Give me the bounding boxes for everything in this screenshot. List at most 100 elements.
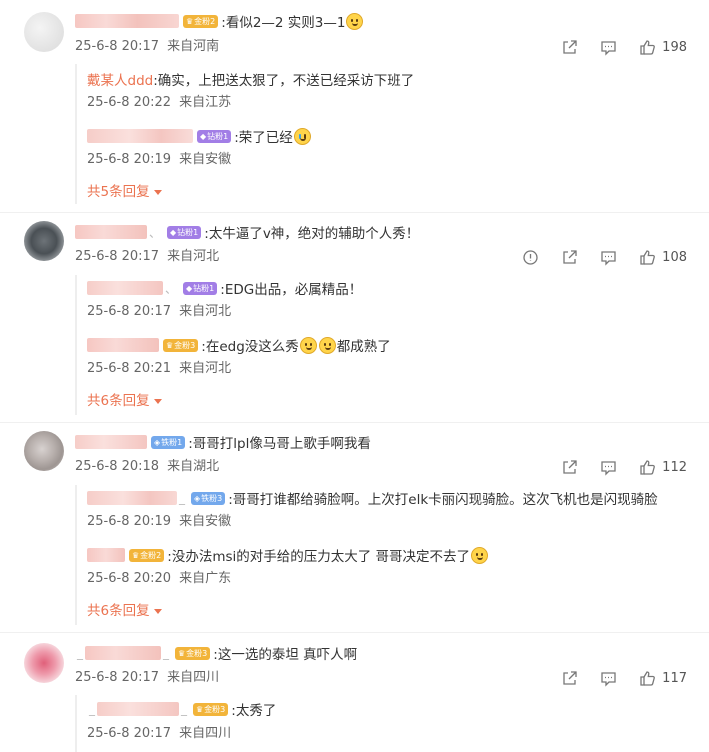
comment-meta: 25-6-8 20:17 来自河南 [75, 38, 219, 56]
share-button[interactable] [561, 670, 578, 687]
comment-button[interactable] [600, 249, 617, 266]
fan-badge[interactable]: ♛ 金粉3 [163, 338, 199, 352]
reply-time: 25-6-8 20:21 [87, 361, 172, 376]
username-blurred[interactable] [75, 14, 179, 28]
like-button[interactable]: 117 [639, 670, 687, 687]
comment-button[interactable] [600, 670, 617, 687]
share-button[interactable] [561, 39, 578, 56]
report-button[interactable] [522, 249, 539, 266]
separator: _ [163, 646, 169, 660]
username-blurred[interactable] [87, 281, 163, 295]
caret-down-icon [153, 189, 162, 195]
separator: _ [181, 702, 187, 716]
share-button[interactable] [561, 459, 578, 476]
username-blurred[interactable] [75, 225, 147, 239]
avatar[interactable] [24, 12, 64, 52]
comment-item: ◈ 铁粉1 :哥哥打lpl像马哥上歌手啊我看 25-6-8 20:18 来自湖北 1… [0, 423, 709, 633]
fan-badge[interactable]: ◆ 钻粉1 [167, 225, 202, 239]
laugh-emoji [346, 12, 364, 30]
comment-meta: 25-6-8 20:17 来自河北 [75, 248, 219, 266]
share-button[interactable] [561, 249, 578, 266]
diamond-fan-icon: ◆ [170, 227, 177, 237]
username-blurred[interactable] [87, 548, 125, 562]
comment-icon [601, 460, 616, 476]
reply-location: 来自河北 [179, 304, 232, 319]
diamond-fan-icon: ◆ [200, 131, 207, 141]
reply-time: 25-6-8 20:19 [87, 152, 172, 167]
caret-down-icon [153, 398, 162, 404]
reply-list: 、 ◆ 钻粉1 :EDG出品，必属精品！ 25-6-8 20:17 来自河北 ♛ 金粉… [75, 275, 695, 415]
reply-text-continued: 都成熟了 [336, 339, 391, 355]
separator: _ [179, 491, 185, 505]
comment-icon [601, 250, 616, 266]
reply-location: 来自安徽 [179, 152, 232, 167]
more-replies-link[interactable]: 共5条回复 [87, 183, 162, 201]
separator: _ [89, 702, 95, 716]
username-blurred[interactable] [75, 435, 147, 449]
like-button[interactable]: 198 [639, 39, 687, 56]
like-button[interactable]: 108 [639, 249, 687, 266]
username-blurred[interactable] [85, 646, 161, 660]
comment-button[interactable] [600, 459, 617, 476]
share-icon [563, 459, 577, 474]
reply-text: :太秀了 [231, 703, 277, 719]
comment-text: :太牛逼了v神，绝对的辅助个人秀！ [204, 226, 420, 242]
comment-location: 来自河南 [167, 39, 220, 54]
share-icon [563, 249, 577, 264]
thumb-up-icon [640, 39, 656, 55]
avatar[interactable] [24, 221, 64, 261]
avatar[interactable] [24, 643, 64, 683]
reply-location: 来自河北 [179, 361, 232, 376]
reply-list: _ ◈ 铁粉3 :哥哥打谁都给骑脸啊。上次打elk卡丽闪现骑脸。这次飞机也是闪现骑… [75, 485, 695, 625]
comment-text: :看似2—2 实则3—1 [221, 15, 346, 31]
fan-badge[interactable]: ♛ 金粉2 [129, 548, 165, 562]
iron-fan-icon: ◈ [194, 493, 201, 503]
comment-item: ♛ 金粉2 :看似2—2 实则3—1 25-6-8 20:17 来自河南 198 戴… [0, 0, 709, 215]
separator: 、 [165, 281, 178, 296]
reply-list: 戴某人ddd :确实，上把送太狠了，不送已经采访下班了 25-6-8 20:22… [75, 64, 695, 204]
more-replies-link[interactable]: 共6条回复 [87, 392, 162, 410]
username-blurred[interactable] [87, 129, 193, 143]
thumb-up-icon [640, 249, 656, 265]
fan-badge[interactable]: ◆ 钻粉1 [197, 129, 232, 143]
comment-button[interactable] [600, 39, 617, 56]
comment-item: _ _ ♛ 金粉3 :这一选的泰坦 真吓人啊 25-6-8 20:17 来自四川 1… [0, 633, 709, 752]
separator: 、 [149, 225, 162, 240]
thumb-up-icon [640, 459, 656, 475]
username-blurred[interactable] [87, 491, 177, 505]
gold-fan-icon: ♛ [196, 704, 204, 714]
gold-fan-icon: ♛ [178, 648, 186, 658]
comment-item: 、 ◆ 钻粉1 :太牛逼了v神，绝对的辅助个人秀！ 25-6-8 20:17 来自河… [0, 213, 709, 423]
reply-time: 25-6-8 20:19 [87, 514, 172, 529]
fan-badge[interactable]: ♛ 金粉3 [175, 646, 211, 660]
comment-icon [601, 671, 616, 687]
share-icon [563, 670, 577, 685]
reply-text: :在edg没这么秀 [201, 339, 299, 355]
reply-text: :EDG出品，必属精品！ [220, 282, 363, 298]
like-count: 108 [662, 249, 687, 265]
reply-location: 来自广东 [179, 571, 232, 586]
username-blurred[interactable] [97, 702, 179, 716]
comment-text: :这一选的泰坦 真吓人啊 [213, 647, 358, 663]
laugh-emoji [471, 546, 489, 564]
fan-badge[interactable]: ◈ 铁粉1 [151, 435, 186, 449]
fan-badge[interactable]: ♛ 金粉3 [193, 702, 229, 716]
fan-badge[interactable]: ◈ 铁粉3 [191, 491, 226, 505]
reply-location: 来自江苏 [179, 95, 232, 110]
reply-username[interactable]: 戴某人ddd [87, 69, 153, 89]
fan-badge[interactable]: ♛ 金粉2 [183, 14, 219, 28]
like-button[interactable]: 112 [639, 459, 687, 476]
comment-location: 来自四川 [167, 670, 220, 685]
avatar[interactable] [24, 431, 64, 471]
report-icon [523, 249, 538, 265]
comment-meta: 25-6-8 20:17 来自四川 [75, 669, 219, 687]
fan-badge[interactable]: ◆ 钻粉1 [183, 281, 218, 295]
more-replies-link[interactable]: 共6条回复 [87, 602, 162, 620]
reply-time: 25-6-8 20:22 [87, 95, 172, 110]
like-count: 117 [662, 670, 687, 686]
like-count: 198 [662, 39, 687, 55]
share-icon [563, 39, 577, 54]
diamond-fan-icon: ◆ [186, 283, 193, 293]
username-blurred[interactable] [87, 338, 159, 352]
comment-text: :哥哥打lpl像马哥上歌手啊我看 [188, 436, 371, 452]
